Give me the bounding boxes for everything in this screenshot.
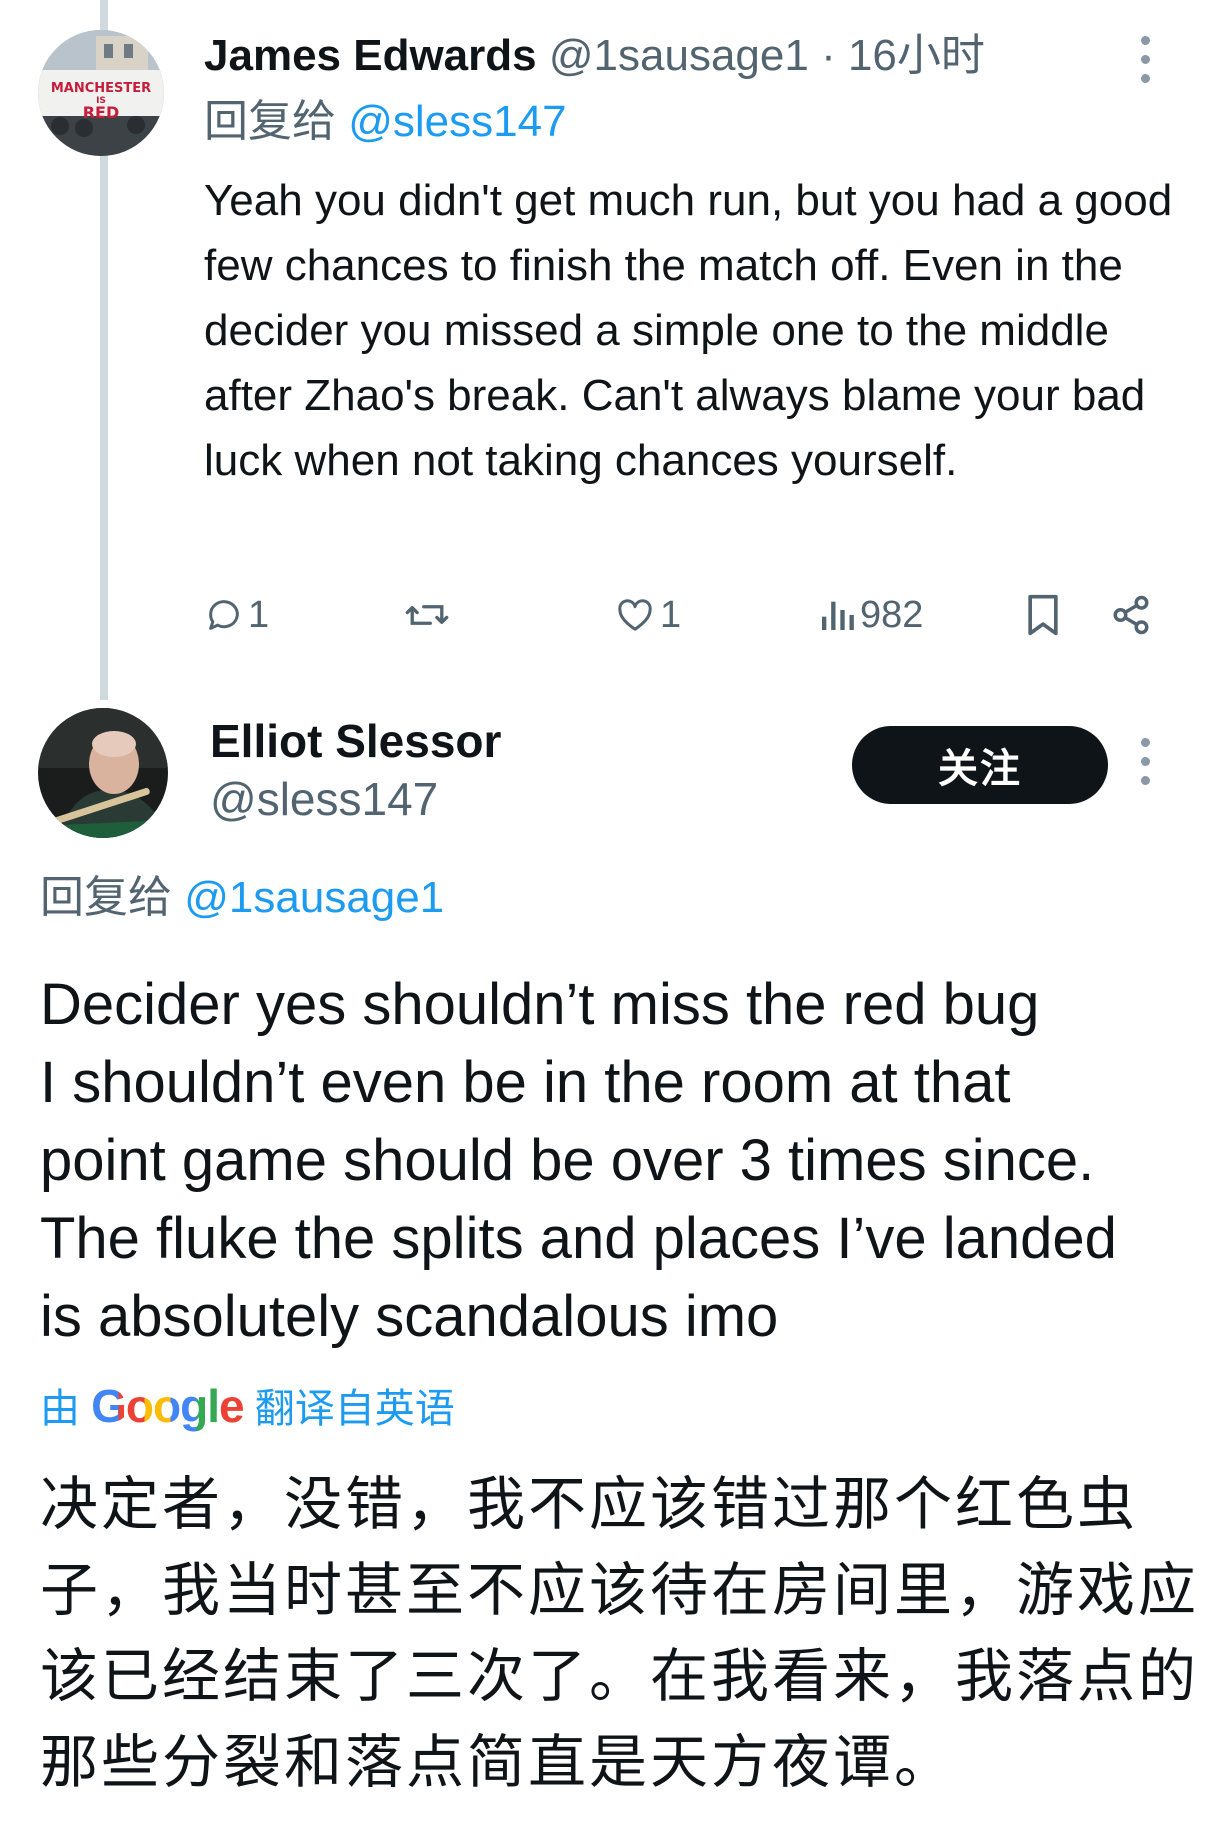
avatar-james-edwards[interactable]: MANCHESTER IS RED <box>38 30 164 156</box>
tweet-text: Yeah you didn't get much run, but you ha… <box>204 176 1173 485</box>
avatar-photo: MANCHESTER IS RED <box>38 30 164 156</box>
reply-handle-link[interactable]: @sless147 <box>348 97 566 146</box>
more-icon[interactable] <box>1140 36 1150 83</box>
bookmark-button[interactable] <box>1024 585 1062 645</box>
repost-icon <box>405 605 449 625</box>
timestamp[interactable]: 16小时 <box>848 31 985 80</box>
bookmark-icon <box>1028 594 1058 636</box>
reply-icon <box>209 600 239 630</box>
translate-prefix: 由 <box>40 1387 80 1431</box>
tweet-text-line: The fluke the splits and places I’ve lan… <box>40 1206 1117 1271</box>
translated-text-line: 该已经结束了三次了。在我看来，我落点的 <box>40 1644 1200 1709</box>
author-name[interactable]: Elliot Slessor <box>210 712 501 770</box>
translated-text: 决定者，没错，我不应该错过那个红色虫 子，我当时甚至不应该待在房间里，游戏应 该… <box>40 1462 1210 1806</box>
views-icon <box>822 601 854 630</box>
translate-suffix: 翻译自英语 <box>254 1387 455 1431</box>
translated-text-line: 决定者，没错，我不应该错过那个红色虫 <box>40 1472 1139 1537</box>
tweet-header: James Edwards @1sausage1 · 16小时 <box>204 26 985 86</box>
reply-count: 1 <box>248 593 270 636</box>
translated-by-google[interactable]: 由 Google 翻译自英语 <box>40 1378 455 1437</box>
more-icon[interactable] <box>1140 738 1150 785</box>
reply-prefix: 回复给 <box>40 873 172 922</box>
follow-button[interactable]: 关注 <box>852 726 1108 804</box>
share-icon <box>1113 595 1149 635</box>
translated-text-line: 那些分裂和落点简直是天方夜谭。 <box>40 1730 956 1795</box>
author-handle[interactable]: @1sausage1 <box>549 31 809 80</box>
reply-context: 回复给 @1sausage1 <box>40 868 444 928</box>
separator-dot: · <box>821 31 848 80</box>
tweet-text-line: Decider yes shouldn’t miss the red bug <box>40 972 1040 1037</box>
avatar-photo <box>38 708 168 838</box>
svg-text:RED: RED <box>83 103 120 122</box>
reply-button[interactable]: 1 <box>204 585 269 645</box>
author-name[interactable]: James Edwards <box>204 31 537 80</box>
tweet-text-line: I shouldn’t even be in the room at that <box>40 1050 1011 1115</box>
reply-context: 回复给 @sless147 <box>204 92 567 152</box>
share-button[interactable] <box>1110 585 1152 645</box>
avatar-elliot-slessor[interactable] <box>38 708 168 838</box>
google-brand-text: Google <box>91 1380 244 1432</box>
tweet-action-bar: 1 1 982 <box>204 585 1204 645</box>
like-count: 1 <box>660 593 682 636</box>
tweet-text: Decider yes shouldn’t miss the red bug I… <box>40 966 1210 1356</box>
like-button[interactable]: 1 <box>614 585 681 645</box>
repost-button[interactable] <box>404 585 454 645</box>
svg-text:MANCHESTER: MANCHESTER <box>51 81 151 96</box>
translated-text-line: 子，我当时甚至不应该待在房间里，游戏应 <box>40 1558 1200 1623</box>
reply-handle-link[interactable]: @1sausage1 <box>184 873 444 922</box>
google-logo: Google <box>91 1380 244 1432</box>
reply-prefix: 回复给 <box>204 97 336 146</box>
tweet-text-line: point game should be over 3 times since. <box>40 1128 1095 1193</box>
view-count: 982 <box>860 593 924 636</box>
tweet-text-line: is absolutely scandalous imo <box>40 1284 779 1349</box>
views-button[interactable]: 982 <box>818 585 923 645</box>
author-handle[interactable]: @sless147 <box>210 770 438 828</box>
like-icon <box>618 599 652 631</box>
